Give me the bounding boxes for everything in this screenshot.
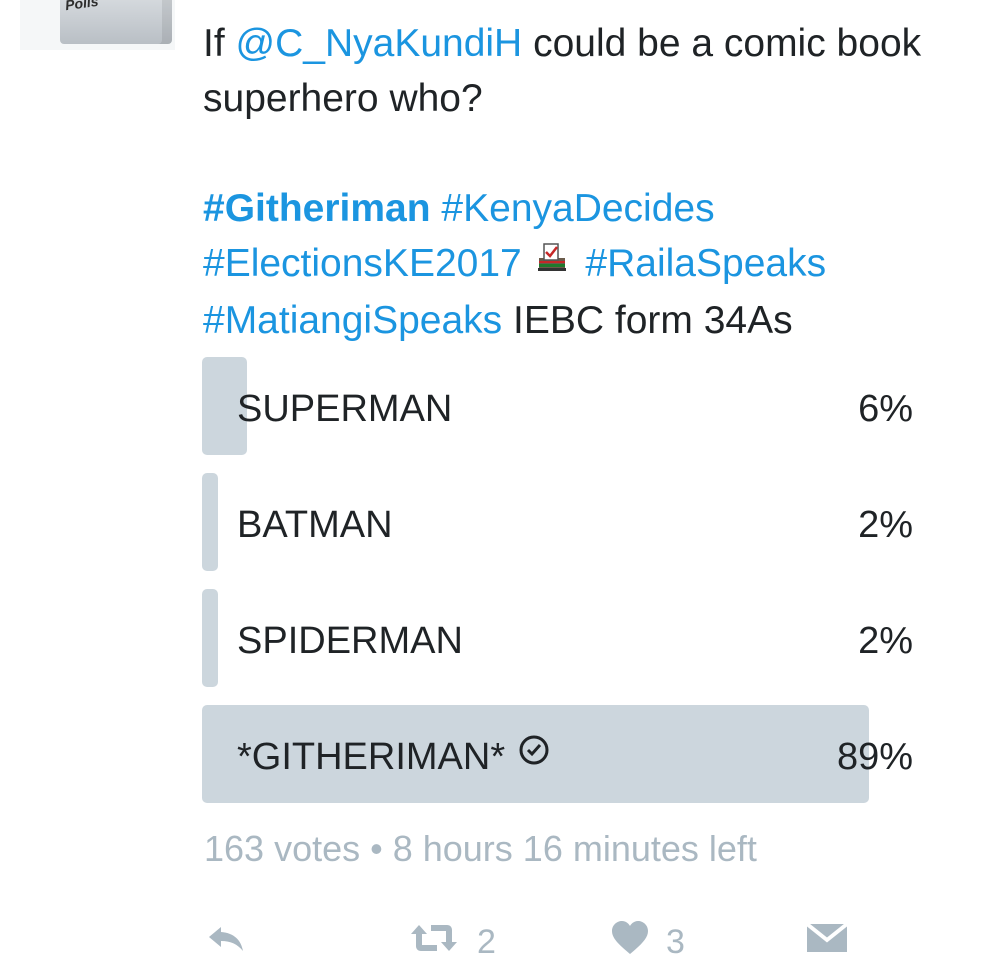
like-count: 3 xyxy=(666,922,685,961)
mention-link[interactable]: @C_NyaKundiH xyxy=(236,22,523,65)
poll-option-label: SUPERMAN xyxy=(237,388,453,430)
poll-option: SUPERMAN 6% xyxy=(202,357,916,455)
heart-icon xyxy=(610,920,650,965)
poll-option-label: SPIDERMAN xyxy=(237,620,463,662)
ballot-box-icon xyxy=(535,234,569,289)
poll-option: BATMAN 2% xyxy=(202,473,916,571)
tweet-actions: 2 3 xyxy=(205,920,905,965)
hashtag-kenya-decides[interactable]: #KenyaDecides xyxy=(441,187,714,230)
avatar[interactable]: Polls xyxy=(20,0,175,50)
poll-option: SPIDERMAN 2% xyxy=(202,589,916,687)
tweet-prefix: If xyxy=(203,22,236,65)
tweet-hashtags: #Githeriman #KenyaDecides #ElectionsKE20… xyxy=(203,181,963,348)
reply-icon xyxy=(205,921,247,964)
tweet-body: If @C_NyaKundiH could be a comic book su… xyxy=(203,16,963,348)
tweet-text: If @C_NyaKundiH could be a comic book su… xyxy=(203,16,963,126)
hashtag-matiangi[interactable]: #MatiangiSpeaks xyxy=(203,299,502,342)
tweet-spacer xyxy=(203,126,963,181)
retweet-count: 2 xyxy=(477,922,496,961)
tweet-trailing-text: IEBC form 34As xyxy=(502,299,793,343)
retweet-button[interactable]: 2 xyxy=(407,922,496,962)
poll-option-percent: 2% xyxy=(858,504,913,546)
hashtag-raila[interactable]: #RailaSpeaks xyxy=(585,242,826,285)
poll-option-label-text: *GITHERIMAN* xyxy=(237,736,506,778)
poll-option-percent: 6% xyxy=(858,388,913,430)
direct-message-icon xyxy=(805,920,849,965)
retweet-icon xyxy=(407,921,461,964)
poll-bar xyxy=(202,473,218,571)
poll-option-label: BATMAN xyxy=(237,504,393,546)
reply-button[interactable] xyxy=(205,922,247,962)
hashtag-elections[interactable]: #ElectionsKE2017 xyxy=(203,242,522,285)
check-circle-icon xyxy=(517,703,551,807)
hashtag-githeriman[interactable]: #Githeriman xyxy=(203,187,431,230)
like-button[interactable]: 3 xyxy=(610,920,685,965)
message-button[interactable] xyxy=(805,920,849,965)
poll-bar xyxy=(202,589,218,687)
poll-option: *GITHERIMAN* 89% xyxy=(202,705,916,803)
poll: SUPERMAN 6% BATMAN 2% SPIDERMAN 2% *GITH… xyxy=(202,357,916,821)
poll-footer: 163 votes • 8 hours 16 minutes left xyxy=(204,828,757,869)
poll-option-label: *GITHERIMAN* xyxy=(237,705,551,811)
poll-option-percent: 2% xyxy=(858,620,913,662)
poll-option-percent: 89% xyxy=(836,736,913,778)
